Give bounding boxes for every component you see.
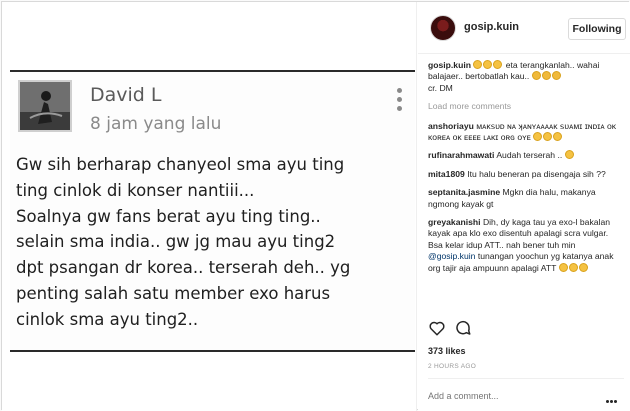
caption-credit: cr. DM [428, 82, 453, 93]
list-item: greyakanishi Dih, dy kaga tau ya exo-l b… [428, 217, 624, 274]
comment-text: Audah terserah .. [496, 150, 563, 161]
fb-author-name: David L [90, 84, 162, 106]
comments-list: gosip.kuin eta terangkanlah.. wahai bala… [428, 60, 624, 281]
fb-avatar [18, 80, 72, 132]
comment-username[interactable]: mita1809 [428, 169, 465, 179]
fb-text-line: penting salah satu member exo harus [16, 283, 331, 303]
fb-text-line: selain sma india.. gw jg mau ayu ting2 [16, 232, 336, 252]
emoji-icon [558, 262, 589, 273]
emoji-icon [473, 60, 503, 70]
post-side-panel: gosip.kuin Following gosip.kuin eta tera… [418, 2, 630, 411]
list-item: rufinarahmawati Audah terserah .. [428, 150, 624, 161]
post-actions [428, 319, 624, 341]
emoji-icon [533, 132, 563, 142]
kebab-icon [397, 88, 403, 115]
fb-time-ago: 8 jam yang lalu [90, 114, 222, 134]
comment-username[interactable]: anshoriayu [428, 121, 474, 131]
comment-username[interactable]: greyakanishi [428, 217, 481, 227]
list-item: anshoriayu ᴍᴀᴋꜱᴜᴅ ɴᴀ ʞᴀɴʏᴀᴀᴀᴀᴋ ꜱᴜᴀᴍɪ ɪɴᴅ… [428, 121, 624, 144]
likes-count[interactable]: 373 likes [428, 346, 466, 356]
fb-text-line: dpt psangan dr korea.. terserah deh.. yg [16, 258, 351, 278]
post-timestamp: 2 HOURS AGO [428, 363, 477, 370]
heart-icon[interactable] [428, 319, 446, 337]
caption-username[interactable]: gosip.kuin [428, 60, 471, 70]
fb-text-line: Soalnya gw fans berat ayu ting ting.. [16, 206, 321, 226]
fb-comment-text: Gw sih berharap chanyeol sma ayu ting ti… [16, 152, 412, 333]
emoji-icon [531, 71, 562, 81]
mention-link[interactable]: @gosip.kuin [428, 251, 475, 261]
load-more-comments-link[interactable]: Load more comments [428, 101, 624, 112]
fb-text-line: ting cinlok di konser nantiii... [16, 180, 255, 200]
comment-username[interactable]: rufinarahmawati [428, 150, 494, 160]
post-image[interactable]: David L 8 jam yang lalu Gw sih berharap … [2, 2, 417, 411]
caption: gosip.kuin eta terangkanlah.. wahai bala… [428, 60, 624, 94]
divider [428, 378, 624, 379]
comment-username[interactable]: septanita.jasmine [428, 187, 500, 197]
post-header: gosip.kuin Following [418, 2, 630, 54]
emoji-icon [564, 150, 575, 160]
list-item: mita1809 Itu halu beneran pa disengaja s… [428, 169, 624, 180]
fb-text-line: Gw sih berharap chanyeol sma ayu ting [16, 155, 345, 174]
list-item: septanita.jasmine Mgkn dia halu, makanya… [428, 187, 624, 210]
header-username[interactable]: gosip.kuin [464, 21, 519, 33]
instagram-post-frame: David L 8 jam yang lalu Gw sih berharap … [1, 1, 630, 411]
comment-icon[interactable] [454, 319, 472, 337]
fb-comment-card: David L 8 jam yang lalu Gw sih berharap … [10, 70, 415, 352]
more-options-icon[interactable] [606, 390, 620, 403]
following-button[interactable]: Following [568, 18, 626, 40]
comment-text: Itu halu beneran pa disengaja sih ?? [467, 168, 606, 179]
avatar[interactable] [430, 15, 456, 41]
add-comment-input[interactable] [428, 388, 598, 404]
fb-text-line: cinlok sma ayu ting2.. [16, 309, 199, 329]
